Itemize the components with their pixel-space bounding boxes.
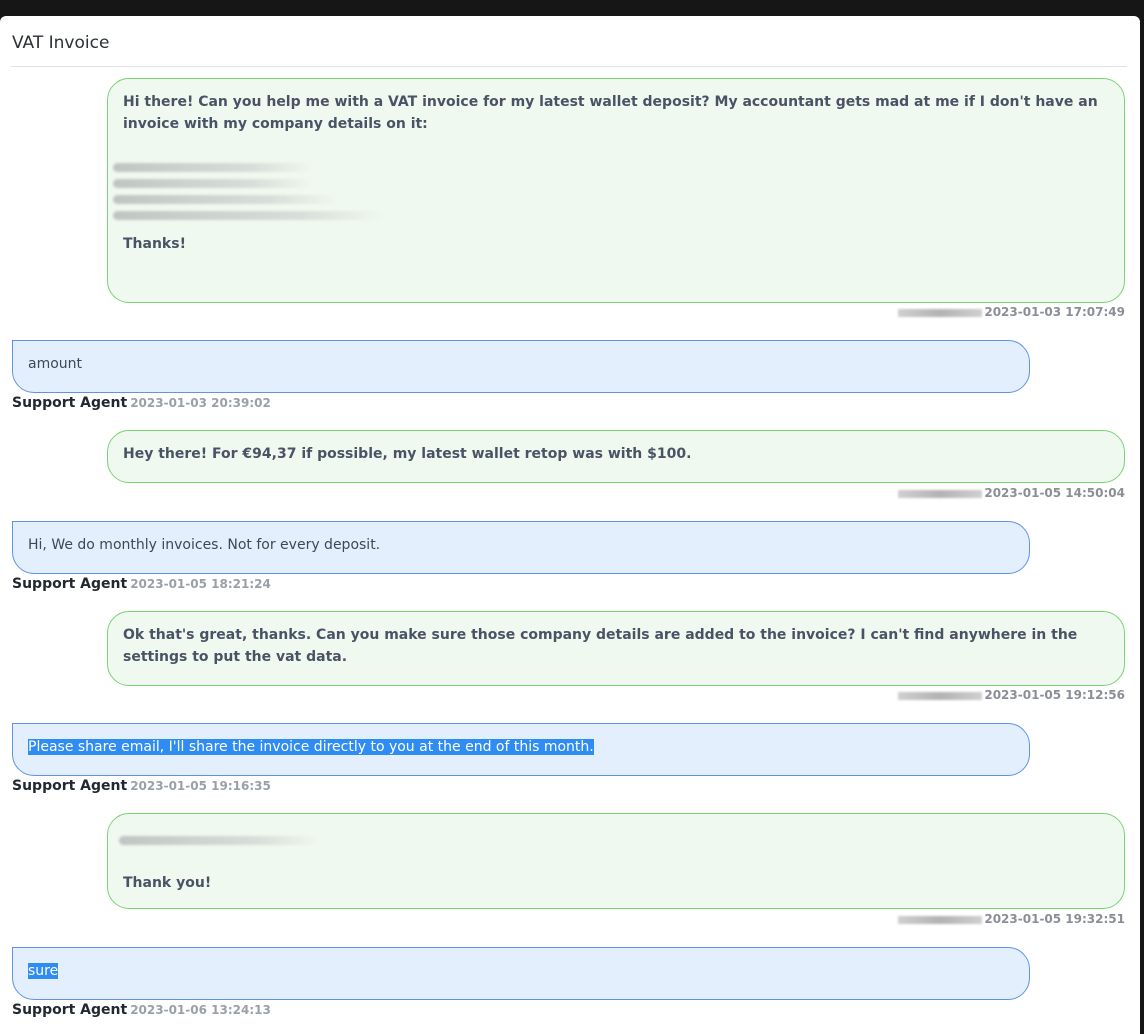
- message-meta: Support Agent 2023-01-05 18:21:24: [12, 576, 271, 592]
- redacted-sender: [898, 308, 983, 317]
- agent-message: amount: [12, 340, 1030, 393]
- message-meta: Support Agent 2023-01-06 13:24:13: [12, 1002, 271, 1018]
- sender-name: Support Agent: [12, 395, 128, 411]
- message-text: Hi, We do monthly invoices. Not for ever…: [28, 537, 381, 553]
- agent-message: Hi, We do monthly invoices. Not for ever…: [12, 521, 1030, 574]
- chat-panel: VAT Invoice Hi there! Can you help me wi…: [0, 16, 1140, 1034]
- redacted-sender: [898, 691, 983, 700]
- timestamp: 2023-01-03 17:07:49: [984, 305, 1125, 319]
- message-text: Ok that's great, thanks. Can you make su…: [123, 627, 1083, 665]
- message-meta: Support Agent 2023-01-03 20:39:02: [12, 395, 271, 411]
- timestamp: 2023-01-05 19:16:35: [130, 779, 271, 793]
- timestamp: 2023-01-06 13:24:13: [130, 1003, 271, 1017]
- redacted-line: [113, 179, 313, 188]
- message-text: Thanks!: [123, 236, 186, 252]
- timestamp: 2023-01-05 19:32:51: [984, 912, 1125, 926]
- redacted-line: [113, 163, 313, 172]
- sender-name: Support Agent: [12, 778, 128, 794]
- agent-message: sure: [12, 947, 1030, 1000]
- timestamp: 2023-01-05 19:12:56: [984, 688, 1125, 702]
- message-text: sure: [28, 963, 59, 979]
- timestamp: 2023-01-05 14:50:04: [984, 486, 1125, 500]
- message-text: Hi there! Can you help me with a VAT inv…: [123, 94, 1103, 132]
- redacted-line: [119, 836, 319, 845]
- message-text: Thank you!: [123, 875, 212, 891]
- message-text: Hey there! For €94,37 if possible, my la…: [123, 446, 692, 462]
- title-divider: [11, 66, 1127, 67]
- message-meta: 2023-01-03 17:07:49: [898, 305, 1125, 319]
- sender-name: Support Agent: [12, 1002, 128, 1018]
- user-message: Ok that's great, thanks. Can you make su…: [107, 611, 1125, 686]
- page-title: VAT Invoice: [12, 33, 110, 53]
- message-meta: 2023-01-05 14:50:04: [898, 486, 1125, 500]
- user-message: Hey there! For €94,37 if possible, my la…: [107, 430, 1125, 483]
- message-meta: 2023-01-05 19:32:51: [898, 912, 1125, 926]
- redacted-line: [113, 195, 338, 204]
- sender-name: Support Agent: [12, 576, 128, 592]
- message-meta: Support Agent 2023-01-05 19:16:35: [12, 778, 271, 794]
- message-meta: 2023-01-05 19:12:56: [898, 688, 1125, 702]
- timestamp: 2023-01-03 20:39:02: [130, 396, 271, 410]
- redacted-sender: [898, 915, 983, 924]
- redacted-line: [113, 211, 383, 220]
- user-message: Thank you!: [107, 813, 1125, 909]
- redacted-sender: [898, 489, 983, 498]
- message-text: amount: [28, 356, 83, 372]
- message-text: Please share email, I'll share the invoi…: [28, 739, 594, 755]
- agent-message: Please share email, I'll share the invoi…: [12, 723, 1030, 776]
- timestamp: 2023-01-05 18:21:24: [130, 577, 271, 591]
- user-message: Hi there! Can you help me with a VAT inv…: [107, 78, 1125, 303]
